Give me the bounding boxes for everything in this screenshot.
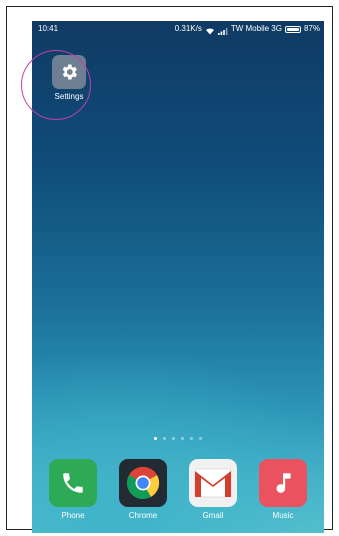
battery-fill bbox=[286, 27, 299, 31]
status-bar: 10:41 0.31K/s TW Mobile 3G 87% bbox=[32, 21, 324, 37]
chrome-tile[interactable] bbox=[119, 459, 167, 507]
page-dot[interactable] bbox=[163, 437, 166, 440]
music-note-icon bbox=[276, 473, 291, 493]
page-dot[interactable] bbox=[154, 437, 157, 440]
highlight-circle bbox=[21, 50, 91, 120]
page-dot[interactable] bbox=[190, 437, 193, 440]
chrome-icon bbox=[126, 466, 160, 500]
dock-app-chrome[interactable]: Chrome bbox=[115, 459, 171, 520]
phone-icon bbox=[63, 473, 83, 493]
device-frame: 10:41 0.31K/s TW Mobile 3G 87% Settings … bbox=[6, 6, 333, 533]
wifi-icon bbox=[205, 25, 215, 35]
page-dot[interactable] bbox=[199, 437, 202, 440]
dock-app-music[interactable]: Music bbox=[255, 459, 311, 520]
battery-percent: 87% bbox=[303, 24, 320, 33]
status-time: 10:41 bbox=[38, 24, 59, 33]
carrier-name: TW Mobile 3G bbox=[230, 24, 282, 33]
music-label: Music bbox=[272, 511, 294, 520]
chrome-label: Chrome bbox=[128, 511, 158, 520]
gmail-icon bbox=[194, 468, 232, 498]
dock-app-gmail[interactable]: Gmail bbox=[185, 459, 241, 520]
gmail-tile[interactable] bbox=[189, 459, 237, 507]
phone-label: Phone bbox=[61, 511, 85, 520]
page-dot[interactable] bbox=[181, 437, 184, 440]
status-right-group: 0.31K/s TW Mobile 3G 87% bbox=[175, 21, 320, 37]
dock-app-phone[interactable]: Phone bbox=[45, 459, 101, 520]
page-dot[interactable] bbox=[172, 437, 175, 440]
network-speed: 0.31K/s bbox=[174, 24, 202, 33]
gmail-label: Gmail bbox=[202, 511, 224, 520]
signal-icon bbox=[217, 25, 228, 35]
battery-icon bbox=[284, 25, 301, 33]
phone-tile[interactable] bbox=[49, 459, 97, 507]
music-tile[interactable] bbox=[259, 459, 307, 507]
page-indicator bbox=[32, 437, 324, 440]
app-dock: Phone Chrome Gmail Music bbox=[32, 459, 324, 520]
